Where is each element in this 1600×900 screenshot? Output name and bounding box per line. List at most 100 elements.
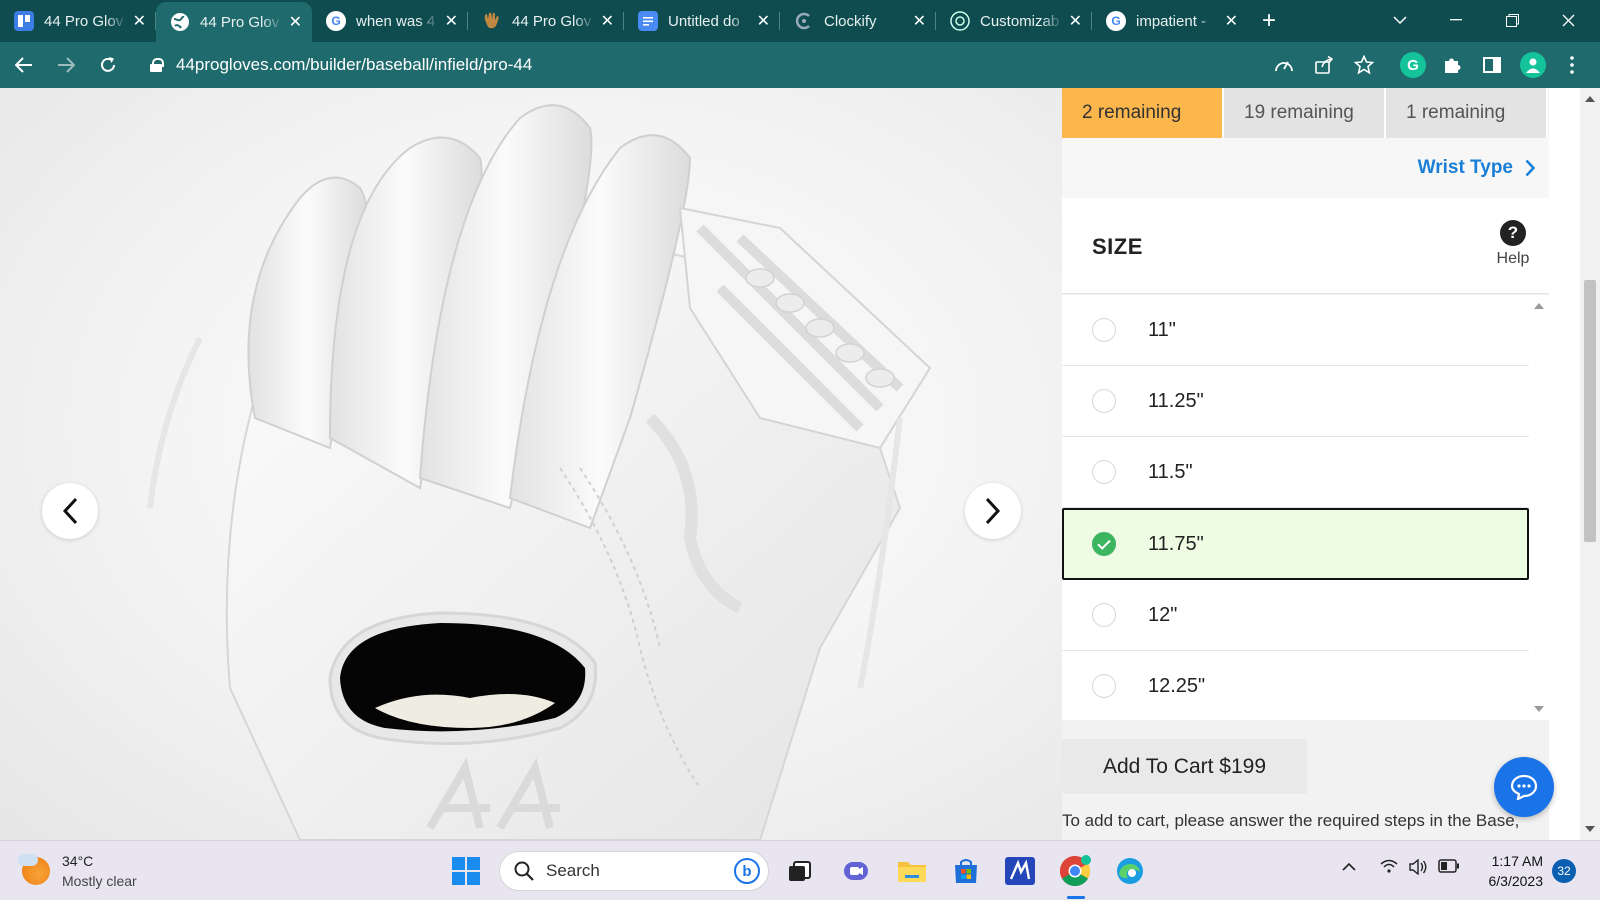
size-option[interactable]: 12.25" [1062, 651, 1529, 720]
extensions-puzzle-icon[interactable] [1440, 53, 1464, 77]
size-option-label: 12" [1148, 603, 1178, 626]
globe-icon [170, 12, 190, 32]
close-icon[interactable]: ✕ [1069, 11, 1082, 31]
tab-strip: 44 Pro Glov ✕ 44 Pro Glov ✕ G when was 4… [0, 0, 1600, 42]
search-icon [514, 861, 534, 881]
browser-tab-active[interactable]: 44 Pro Glov ✕ [156, 2, 312, 42]
close-icon[interactable]: ✕ [445, 11, 458, 31]
minimize-icon[interactable] [1428, 0, 1484, 40]
browser-tab[interactable]: 44 Pro Glov ✕ [468, 0, 624, 42]
taskbar-search-box[interactable]: Search b [499, 851, 769, 891]
close-icon[interactable]: ✕ [289, 12, 302, 32]
step-tab-base[interactable]: 2 remaining [1062, 88, 1224, 138]
scrollbar-thumb[interactable] [1584, 280, 1596, 542]
size-option[interactable]: 12" [1062, 580, 1529, 651]
performance-icon[interactable] [1272, 53, 1296, 77]
tab-title: 44 Pro Glov [200, 13, 280, 31]
previous-view-button[interactable] [42, 483, 98, 539]
windows-start-icon[interactable] [449, 854, 483, 888]
next-view-button[interactable] [965, 483, 1021, 539]
radio-button[interactable] [1092, 603, 1116, 627]
size-option-selected[interactable]: 11.75" [1062, 508, 1529, 580]
close-icon[interactable]: ✕ [757, 11, 770, 31]
new-tab-button[interactable]: + [1262, 0, 1276, 42]
close-icon[interactable]: ✕ [913, 11, 926, 31]
temperature: 34°C [62, 853, 94, 869]
radio-button[interactable] [1092, 318, 1116, 342]
system-clock[interactable]: 1:17 AM 6/3/2023 [1478, 851, 1544, 891]
browser-tab[interactable]: 44 Pro Glov ✕ [0, 0, 156, 42]
checkmark-icon[interactable] [1092, 532, 1116, 556]
browser-tab[interactable]: Customizab ✕ [936, 0, 1092, 42]
clock-date: 6/3/2023 [1488, 873, 1544, 889]
radio-button[interactable] [1092, 460, 1116, 484]
page-scrollbar[interactable] [1580, 88, 1600, 840]
next-step-link[interactable]: Wrist Type [1062, 138, 1549, 198]
bing-icon[interactable]: b [734, 858, 760, 884]
browser-tab[interactable]: Clockify ✕ [780, 0, 936, 42]
wifi-icon[interactable] [1380, 859, 1398, 877]
glove-preview [0, 88, 1062, 840]
glove-image [147, 104, 932, 840]
reload-icon[interactable] [90, 47, 126, 83]
size-option[interactable]: 11" [1062, 295, 1529, 366]
weather-widget[interactable]: 34°C Mostly clear [18, 851, 137, 891]
forward-icon[interactable] [48, 47, 84, 83]
profile-avatar[interactable] [1520, 52, 1546, 78]
browser-tab[interactable]: G impatient - ✕ [1092, 0, 1248, 42]
app-launcher-icon[interactable] [1003, 854, 1037, 888]
chat-button[interactable] [1494, 757, 1554, 817]
menu-kebab-icon[interactable] [1560, 53, 1584, 77]
share-icon[interactable] [1312, 53, 1336, 77]
side-panel-icon[interactable] [1480, 53, 1504, 77]
size-option[interactable]: 11.25" [1062, 366, 1529, 437]
close-icon[interactable]: ✕ [601, 11, 614, 31]
help-button[interactable]: ? Help [1493, 220, 1533, 268]
docs-icon [638, 11, 658, 31]
section-title: SIZE [1092, 234, 1143, 259]
size-option-label: 11.25" [1148, 389, 1204, 412]
chat-bubble-icon [1510, 774, 1538, 800]
address-bar[interactable]: 44progloves.com/builder/baseball/infield… [136, 47, 1226, 83]
microsoft-store-icon[interactable] [949, 854, 983, 888]
battery-icon[interactable] [1438, 859, 1460, 877]
cart-requirement-note: To add to cart, please answer the requir… [1062, 811, 1520, 830]
radio-button[interactable] [1092, 389, 1116, 413]
restore-icon[interactable] [1484, 0, 1540, 40]
size-option[interactable]: 11.5" [1062, 437, 1529, 508]
windows-taskbar: 34°C Mostly clear Search b 1:17 AM 6/3/2… [0, 840, 1600, 900]
google-icon: G [326, 11, 346, 31]
notification-badge[interactable]: 32 [1552, 859, 1576, 883]
teams-chat-icon[interactable] [839, 854, 873, 888]
step-tab-colors[interactable]: 19 remaining [1224, 88, 1386, 138]
close-icon[interactable]: ✕ [1225, 11, 1238, 31]
back-icon[interactable] [6, 47, 42, 83]
size-section-header: SIZE ? Help [1062, 198, 1549, 294]
options-scrollbar[interactable] [1529, 295, 1549, 720]
chevron-right-icon [1525, 159, 1535, 177]
tab-title: when was 4 [356, 12, 436, 30]
clock-time: 1:17 AM [1491, 853, 1543, 869]
grammarly-icon[interactable]: G [1400, 52, 1426, 78]
radio-button[interactable] [1092, 674, 1116, 698]
browser-tab[interactable]: Untitled do ✕ [624, 0, 780, 42]
add-to-cart-button[interactable]: Add To Cart $199 [1062, 739, 1307, 794]
show-hidden-icons-chevron[interactable] [1342, 859, 1356, 876]
step-tab-personalize[interactable]: 1 remaining [1386, 88, 1548, 138]
volume-icon[interactable] [1408, 858, 1428, 879]
file-explorer-icon[interactable] [895, 854, 929, 888]
task-view-icon[interactable] [783, 854, 817, 888]
question-mark-icon: ? [1500, 220, 1526, 246]
close-window-icon[interactable] [1540, 0, 1596, 40]
browser-tab[interactable]: G when was 4 ✕ [312, 0, 468, 42]
tab-title: impatient - [1136, 12, 1207, 30]
size-option-label: 11.75" [1148, 532, 1204, 555]
search-placeholder: Search [546, 861, 600, 880]
tab-title: 44 Pro Glov [512, 12, 592, 30]
size-option-label: 12.25" [1148, 674, 1206, 697]
chrome-icon[interactable] [1058, 854, 1092, 888]
tab-search-chevron-icon[interactable] [1372, 0, 1428, 40]
close-icon[interactable]: ✕ [133, 11, 146, 31]
edge-icon[interactable] [1113, 854, 1147, 888]
bookmark-star-icon[interactable] [1352, 53, 1376, 77]
